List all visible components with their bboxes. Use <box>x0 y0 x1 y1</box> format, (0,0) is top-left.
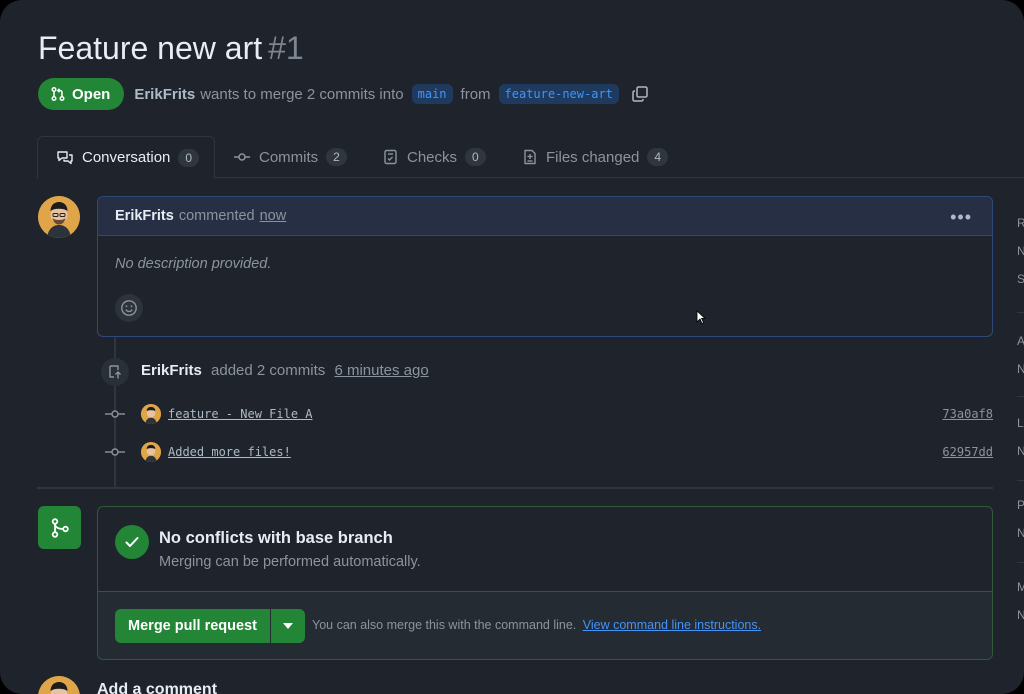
sidebar-fragment: L <box>1017 416 1024 430</box>
sidebar-fragment: N <box>1017 526 1024 540</box>
commit-row: feature - New File A 73a0af8 <box>105 402 993 426</box>
tab-conversation[interactable]: Conversation 0 <box>37 136 215 179</box>
sidebar-divider <box>1017 396 1024 397</box>
from-word: from <box>460 85 491 103</box>
commits-event: ErikFrits added 2 commits 6 minutes ago <box>141 362 429 379</box>
tab-counter: 0 <box>465 148 486 166</box>
commit-sha-link[interactable]: 73a0af8 <box>942 407 993 421</box>
commit-icon <box>233 149 251 165</box>
merge-hint: You can also merge this with the command… <box>312 618 761 632</box>
merge-pull-request-button[interactable]: Merge pull request <box>115 609 270 643</box>
sidebar-fragment: P <box>1017 498 1024 512</box>
pr-meta: Open ErikFrits wants to merge 2 commits … <box>38 78 649 110</box>
sidebar-fragment: N <box>1017 608 1024 622</box>
browser-window: Feature new art #1 Open ErikFrits wants t… <box>0 0 1024 694</box>
copy-icon[interactable] <box>631 85 649 103</box>
sidebar-divider <box>1017 480 1024 481</box>
tab-counter: 2 <box>326 148 347 166</box>
tab-label: Files changed <box>546 148 640 166</box>
triangle-down-icon <box>283 623 293 629</box>
timeline-divider <box>37 487 993 489</box>
comment-author-link[interactable]: ErikFrits <box>115 208 174 224</box>
comment-action: commented <box>178 208 255 224</box>
event-author-link[interactable]: ErikFrits <box>141 362 202 379</box>
sidebar-divider <box>1017 562 1024 563</box>
repo-push-icon <box>101 358 129 386</box>
base-branch[interactable]: main <box>411 84 453 104</box>
event-action: added 2 commits <box>211 362 326 379</box>
pull-request-icon <box>50 86 66 102</box>
pr-author-link[interactable]: ErikFrits <box>134 86 195 103</box>
mouse-cursor-icon <box>696 310 707 330</box>
commit-row: Added more files! 62957dd <box>105 440 993 464</box>
sidebar-fragment: N <box>1017 444 1024 458</box>
commit-message-link[interactable]: Added more files! <box>168 445 291 459</box>
page-title: Feature new art #1 <box>38 30 304 67</box>
git-merge-icon <box>38 506 81 549</box>
avatar[interactable] <box>38 196 80 238</box>
commit-message-link[interactable]: feature - New File A <box>168 407 313 421</box>
kebab-horizontal-icon[interactable]: ••• <box>950 207 972 228</box>
comment-header: ErikFrits commented now <box>98 197 992 236</box>
avatar <box>38 676 80 694</box>
conversation-icon <box>56 150 74 166</box>
status-label: Open <box>72 85 111 103</box>
commit-sha-link[interactable]: 62957dd <box>942 445 993 459</box>
tab-commits[interactable]: Commits 2 <box>215 136 365 178</box>
comment-timestamp-link[interactable]: now <box>260 208 287 224</box>
sidebar-fragment: S <box>1017 272 1024 286</box>
avatar[interactable] <box>141 404 161 424</box>
tab-files-changed[interactable]: Files changed 4 <box>504 136 686 178</box>
tab-checks[interactable]: Checks 0 <box>365 136 504 178</box>
event-timestamp-link[interactable]: 6 minutes ago <box>334 362 428 379</box>
sidebar-fragment: N <box>1017 244 1024 258</box>
merge-footer: Merge pull request You can also merge th… <box>98 591 992 659</box>
commit-icon <box>105 404 125 424</box>
sidebar-divider <box>1017 312 1024 313</box>
merge-status-title: No conflicts with base branch <box>159 529 393 547</box>
pr-summary: wants to merge 2 commits into <box>200 85 404 103</box>
tab-label: Conversation <box>82 149 171 166</box>
tab-label: Checks <box>407 148 458 166</box>
pr-number: #1 <box>268 30 304 66</box>
sidebar-fragment: N <box>1017 362 1024 376</box>
sidebar-fragment: A <box>1017 334 1024 348</box>
tab-label: Commits <box>259 148 319 166</box>
head-branch[interactable]: feature-new-art <box>498 84 619 104</box>
merge-status-subtitle: Merging can be performed automatically. <box>159 554 421 570</box>
comment-body: No description provided. <box>115 256 272 272</box>
tab-counter: 4 <box>647 148 669 166</box>
status-badge: Open <box>38 78 125 110</box>
comment-card: ErikFrits commented now ••• No descripti… <box>97 196 993 337</box>
sidebar-fragment: R <box>1017 216 1024 230</box>
merge-box: No conflicts with base branch Merging ca… <box>97 506 993 660</box>
pr-tabs: Conversation 0 Commits 2 Checks 0 Files … <box>37 136 1024 179</box>
command-line-instructions-link[interactable]: View command line instructions. <box>583 618 761 632</box>
sidebar-fragment: M <box>1017 580 1024 594</box>
commit-icon <box>105 442 125 462</box>
file-diff-icon <box>522 149 538 165</box>
checks-icon <box>383 149 399 165</box>
merge-hint-text: You can also merge this with the command… <box>312 618 577 632</box>
merge-options-dropdown[interactable] <box>271 609 305 643</box>
avatar[interactable] <box>141 442 161 462</box>
tab-counter: 0 <box>178 148 200 167</box>
add-comment-heading: Add a comment <box>97 681 218 694</box>
pr-title: Feature new art <box>38 30 263 66</box>
smiley-icon[interactable] <box>115 294 143 322</box>
check-icon <box>115 525 149 559</box>
